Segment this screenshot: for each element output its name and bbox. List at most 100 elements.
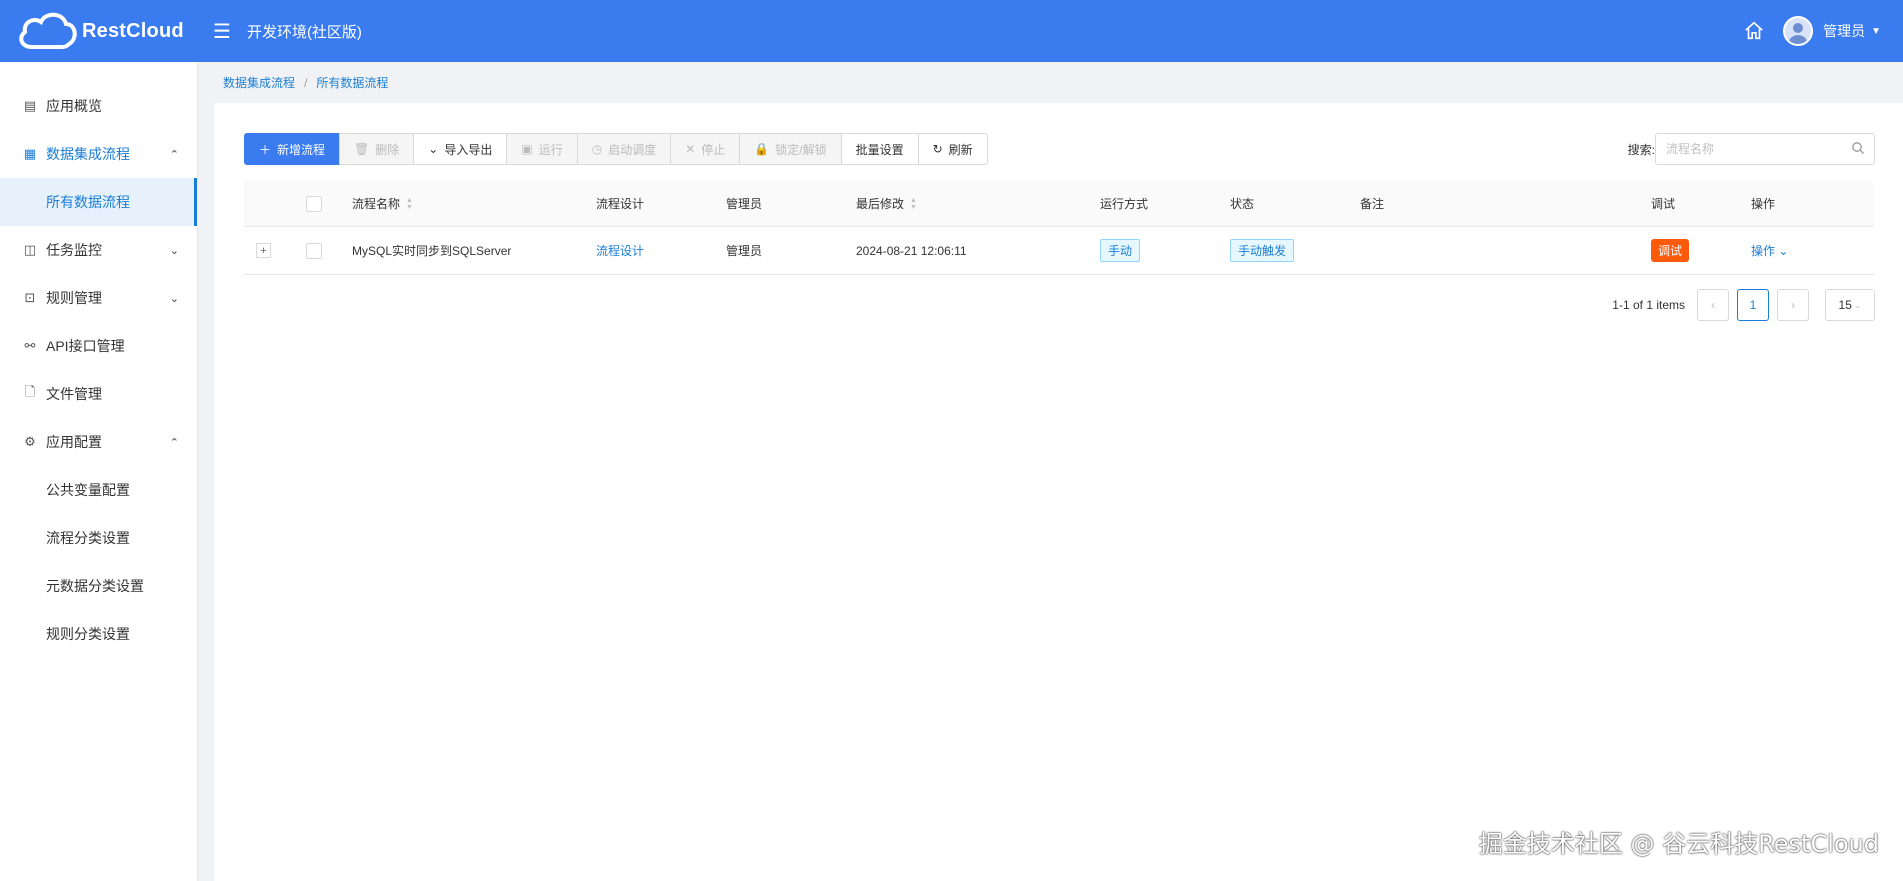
header-label: 备注 bbox=[1360, 197, 1385, 211]
sort-icon[interactable]: ▲ ▼ bbox=[910, 197, 917, 211]
header-status: 状态 bbox=[1230, 181, 1254, 226]
sidebar-item-task-monitor[interactable]: ◫ 任务监控 ⌄ bbox=[0, 226, 197, 274]
avatar[interactable] bbox=[1783, 16, 1814, 46]
row-checkbox[interactable] bbox=[306, 242, 322, 259]
sidebar-item-all-flows[interactable]: 所有数据流程 bbox=[0, 178, 197, 226]
chevron-up-icon: ⌃ bbox=[169, 436, 179, 449]
page-size-select[interactable]: 15 ⌄ bbox=[1825, 289, 1875, 321]
breadcrumb-parent[interactable]: 数据集成流程 bbox=[223, 74, 295, 91]
button-label: 锁定/解锁 bbox=[775, 142, 827, 157]
button-label: 新增流程 bbox=[277, 142, 326, 157]
select-all-checkbox[interactable] bbox=[306, 195, 322, 212]
terminal-icon: ⊡ bbox=[24, 290, 36, 305]
flow-table: 流程名称 ▲ ▼ 流程设计 管理员 最后修改 ▲ ▼ 运行方式 状态 备注 调试… bbox=[244, 181, 1874, 275]
delete-button[interactable]: 🗑 删除 bbox=[339, 133, 415, 165]
header-label: 管理员 bbox=[726, 197, 763, 211]
sidebar: ▤ 应用概览 ▦ 数据集成流程 ⌃ 所有数据流程 ◫ 任务监控 ⌄ ⊡ 规则管理… bbox=[0, 62, 198, 881]
start-schedule-button[interactable]: ◷ 启动调度 bbox=[576, 133, 672, 165]
button-label: 刷新 bbox=[948, 142, 973, 157]
sidebar-item-overview[interactable]: ▤ 应用概览 bbox=[0, 82, 197, 130]
breadcrumb: 数据集成流程 / 所有数据流程 bbox=[223, 74, 388, 91]
home-icon[interactable] bbox=[1743, 20, 1765, 42]
plus-icon: ＋ bbox=[259, 142, 272, 157]
sidebar-item-label: 应用配置 bbox=[46, 434, 102, 450]
sidebar-item-label: 公共变量配置 bbox=[46, 482, 130, 498]
pagination: 1-1 of 1 items ‹ 1 › 15 ⌄ bbox=[1612, 289, 1875, 321]
import-export-button[interactable]: ⌄ 导入导出 bbox=[413, 133, 508, 165]
next-page-button[interactable]: › bbox=[1777, 289, 1809, 321]
sidebar-item-label: 流程分类设置 bbox=[46, 530, 130, 546]
header-run-mode: 运行方式 bbox=[1100, 181, 1148, 226]
modified-cell: 2024-08-21 12:06:11 bbox=[856, 227, 967, 274]
sort-icon[interactable]: ▲ ▼ bbox=[406, 197, 413, 211]
stop-button[interactable]: ✕ 停止 bbox=[670, 133, 741, 165]
sidebar-item-api-management[interactable]: ⚯ API接口管理 bbox=[0, 322, 197, 370]
caret-down-icon[interactable]: ▼ bbox=[1871, 26, 1881, 37]
admin-cell: 管理员 bbox=[726, 227, 762, 274]
ops-cell: 操作 ⌄ bbox=[1751, 227, 1788, 274]
button-label: 启动调度 bbox=[608, 142, 657, 157]
chevron-down-icon: ⌄ bbox=[169, 244, 179, 257]
run-mode-cell: 手动 bbox=[1100, 227, 1141, 274]
user-name[interactable]: 管理员 bbox=[1823, 21, 1865, 41]
refresh-icon: ↻ bbox=[932, 142, 943, 156]
file-icon: 🗋 bbox=[24, 384, 36, 399]
search-icon[interactable] bbox=[1851, 141, 1865, 155]
sidebar-item-file-management[interactable]: 🗋 文件管理 bbox=[0, 370, 197, 418]
expand-icon[interactable]: + bbox=[256, 243, 271, 258]
new-flow-button[interactable]: ＋ 新增流程 bbox=[244, 133, 341, 165]
chevron-down-icon: ⌄ bbox=[1853, 299, 1862, 310]
sidebar-item-app-config[interactable]: ⚙ 应用配置 ⌃ bbox=[0, 418, 197, 466]
flow-design-cell: 流程设计 bbox=[596, 227, 644, 274]
batch-settings-button[interactable]: 批量设置 bbox=[840, 133, 919, 165]
header-debug: 调试 bbox=[1651, 181, 1675, 226]
table-row[interactable]: + MySQL实时同步到SQLServer 流程设计 管理员 2024-08-2… bbox=[244, 227, 1874, 275]
sidebar-item-data-integration[interactable]: ▦ 数据集成流程 ⌃ bbox=[0, 130, 197, 178]
play-icon: ▣ bbox=[521, 142, 533, 156]
search-input[interactable] bbox=[1655, 133, 1875, 165]
header-remark: 备注 bbox=[1360, 181, 1384, 226]
header-ops: 操作 bbox=[1751, 181, 1775, 226]
menu-fold-icon[interactable]: ☰ bbox=[213, 19, 231, 44]
lock-unlock-button[interactable]: 🔒 锁定/解锁 bbox=[739, 133, 842, 165]
expand-cell: + bbox=[256, 227, 271, 274]
button-label: 导入导出 bbox=[444, 142, 493, 157]
breadcrumb-separator: / bbox=[304, 75, 308, 90]
run-button[interactable]: ▣ 运行 bbox=[506, 133, 578, 165]
refresh-button[interactable]: ↻ 刷新 bbox=[917, 133, 988, 165]
sidebar-item-rule-categories[interactable]: 规则分类设置 bbox=[0, 610, 197, 658]
sidebar-item-label: 数据集成流程 bbox=[46, 146, 130, 162]
button-label: 删除 bbox=[375, 142, 400, 157]
header-admin: 管理员 bbox=[726, 181, 762, 226]
flow-design-link[interactable]: 流程设计 bbox=[596, 242, 644, 259]
toolbar: ＋ 新增流程 🗑 删除 ⌄ 导入导出 ▣ 运行 ◷ 启动调度 ✕ 停止 🔒 锁定… bbox=[244, 133, 988, 165]
sidebar-item-flow-categories[interactable]: 流程分类设置 bbox=[0, 514, 197, 562]
operations-dropdown[interactable]: 操作 ⌄ bbox=[1751, 242, 1788, 259]
sidebar-item-metadata-categories[interactable]: 元数据分类设置 bbox=[0, 562, 197, 610]
modified-time: 2024-08-21 12:06:11 bbox=[856, 243, 967, 258]
table-header: 流程名称 ▲ ▼ 流程设计 管理员 最后修改 ▲ ▼ 运行方式 状态 备注 调试… bbox=[244, 181, 1874, 227]
debug-button[interactable]: 调试 bbox=[1651, 239, 1690, 262]
header-right: 管理员 ▼ bbox=[1743, 16, 1903, 46]
sidebar-item-label: 元数据分类设置 bbox=[46, 578, 144, 594]
grid-icon: ▦ bbox=[23, 146, 37, 161]
sidebar-item-label: 文件管理 bbox=[46, 386, 102, 402]
header-modified[interactable]: 最后修改 ▲ ▼ bbox=[856, 181, 917, 226]
sidebar-item-label: 应用概览 bbox=[46, 98, 102, 114]
button-label: 批量设置 bbox=[855, 142, 904, 157]
search-area: 搜索: bbox=[1628, 133, 1875, 165]
trash-icon: 🗑 bbox=[354, 142, 370, 156]
status-badge: 手动触发 bbox=[1230, 239, 1295, 262]
sidebar-item-rule-management[interactable]: ⊡ 规则管理 ⌄ bbox=[0, 274, 197, 322]
sidebar-item-label: 所有数据流程 bbox=[46, 194, 130, 210]
sidebar-item-public-variables[interactable]: 公共变量配置 bbox=[0, 466, 197, 514]
logo[interactable]: RestCloud bbox=[0, 9, 198, 53]
header-name[interactable]: 流程名称 ▲ ▼ bbox=[352, 181, 413, 226]
header-label: 状态 bbox=[1230, 197, 1255, 211]
close-icon: ✕ bbox=[685, 142, 696, 156]
admin-name: 管理员 bbox=[726, 244, 763, 258]
prev-page-button[interactable]: ‹ bbox=[1697, 289, 1729, 321]
select-all-cell bbox=[306, 181, 322, 226]
page-number-button[interactable]: 1 bbox=[1737, 289, 1769, 321]
sidebar-item-label: 任务监控 bbox=[46, 242, 102, 258]
